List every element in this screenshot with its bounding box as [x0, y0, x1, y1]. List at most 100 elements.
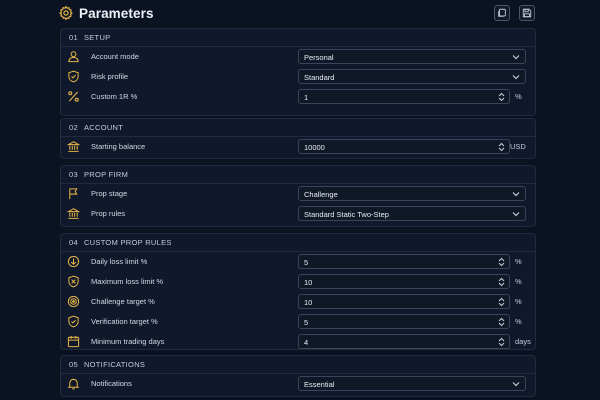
row-min-days: Minimum trading days 4 days: [61, 332, 535, 352]
header: Parameters: [0, 0, 600, 28]
row-notifications: Notifications Essential: [61, 374, 535, 394]
row-daily-loss: Daily loss limit % 5 %: [61, 252, 535, 272]
shield-icon: [68, 70, 79, 83]
spinner-icon[interactable]: [498, 297, 505, 307]
min-days-unit: days: [515, 337, 531, 346]
challenge-target-value: 10: [304, 298, 313, 307]
chevron-down-icon: [512, 55, 520, 60]
chevron-down-icon: [512, 75, 520, 80]
section-number: 02: [69, 123, 78, 132]
prop-rules-select[interactable]: Standard Static Two-Step: [298, 206, 526, 221]
verification-target-unit: %: [515, 317, 522, 326]
prop-stage-label: Prop stage: [91, 189, 128, 198]
chevron-down-icon: [512, 192, 520, 197]
section-title: CUSTOM PROP RULES: [83, 238, 172, 247]
account-mode-select[interactable]: Personal: [298, 49, 526, 64]
spinner-icon[interactable]: [498, 92, 505, 102]
save-button[interactable]: [519, 5, 535, 21]
save-icon: [522, 8, 532, 18]
min-days-input[interactable]: 4: [298, 334, 510, 349]
row-max-loss: Maximum loss limit % 10 %: [61, 272, 535, 292]
min-days-label: Minimum trading days: [91, 337, 165, 346]
custom-1r-input[interactable]: 1: [298, 89, 510, 104]
starting-balance-input[interactable]: 10000: [298, 139, 510, 154]
section-notifications: 05 NOTIFICATIONS Notifications Essential: [60, 355, 536, 397]
prop-rules-label: Prop rules: [91, 209, 126, 218]
prop-stage-value: Challenge: [304, 190, 338, 199]
starting-balance-label: Starting balance: [91, 142, 146, 151]
spinner-icon[interactable]: [498, 277, 505, 287]
section-number: 03: [69, 170, 78, 179]
verification-target-value: 5: [304, 318, 309, 327]
daily-loss-value: 5: [304, 258, 309, 267]
row-starting-balance: Starting balance 10000 USD: [61, 137, 535, 157]
daily-loss-unit: %: [515, 257, 522, 266]
spinner-icon[interactable]: [498, 257, 505, 267]
section-header: 04 CUSTOM PROP RULES: [61, 234, 535, 252]
row-challenge-target: Challenge target % 10 %: [61, 292, 535, 312]
row-prop-rules: Prop rules Standard Static Two-Step: [61, 204, 535, 224]
min-days-value: 4: [304, 338, 309, 347]
risk-profile-label: Risk profile: [91, 72, 129, 81]
challenge-target-unit: %: [515, 297, 522, 306]
notifications-select[interactable]: Essential: [298, 376, 526, 391]
verification-target-input[interactable]: 5: [298, 314, 510, 329]
challenge-target-input[interactable]: 10: [298, 294, 510, 309]
section-header: 03 PROP FIRM: [61, 166, 535, 184]
gear-icon: [59, 5, 73, 21]
starting-balance-unit: USD: [510, 142, 526, 151]
prop-rules-value: Standard Static Two-Step: [304, 210, 389, 219]
spinner-icon[interactable]: [498, 142, 505, 152]
section-header: 05 NOTIFICATIONS: [61, 356, 535, 374]
bank-icon: [67, 141, 80, 152]
custom-1r-label: Custom 1R %: [91, 92, 138, 101]
daily-loss-label: Daily loss limit %: [91, 257, 148, 266]
section-title: SETUP: [83, 33, 111, 42]
custom-1r-unit: %: [515, 92, 522, 101]
row-risk-profile: Risk profile Standard: [61, 67, 535, 87]
max-loss-unit: %: [515, 277, 522, 286]
section-title: ACCOUNT: [83, 123, 124, 132]
challenge-target-label: Challenge target %: [91, 297, 155, 306]
row-custom-1r: Custom 1R % 1 %: [61, 87, 535, 107]
notifications-value: Essential: [304, 380, 335, 389]
row-prop-stage: Prop stage Challenge: [61, 184, 535, 204]
section-number: 01: [69, 33, 78, 42]
building-icon: [67, 208, 80, 219]
copy-icon: [498, 8, 506, 17]
section-number: 04: [69, 238, 78, 247]
spinner-icon[interactable]: [498, 337, 505, 347]
account-mode-label: Account mode: [91, 52, 139, 61]
custom-1r-value: 1: [304, 93, 309, 102]
shield-check-icon: [68, 315, 79, 328]
section-custom-prop-rules: 04 CUSTOM PROP RULES Daily loss limit % 5…: [60, 233, 536, 350]
prop-stage-select[interactable]: Challenge: [298, 186, 526, 201]
chevron-down-icon: [512, 382, 520, 387]
max-loss-value: 10: [304, 278, 313, 287]
section-prop-firm: 03 PROP FIRM Prop stage Challenge Prop ru…: [60, 165, 536, 227]
verification-target-label: Verification target %: [91, 317, 158, 326]
max-loss-label: Maximum loss limit %: [91, 277, 164, 286]
row-account-mode: Account mode Personal: [61, 47, 535, 67]
copy-button[interactable]: [494, 5, 510, 21]
shield-x-icon: [68, 275, 79, 288]
chevron-down-icon: [512, 212, 520, 217]
max-loss-input[interactable]: 10: [298, 274, 510, 289]
notifications-label: Notifications: [91, 379, 132, 388]
bell-icon: [67, 378, 80, 390]
section-number: 05: [69, 360, 78, 369]
starting-balance-value: 10000: [304, 143, 325, 152]
flag-icon: [69, 188, 78, 200]
section-header: 02 ACCOUNT: [61, 119, 535, 137]
daily-loss-input[interactable]: 5: [298, 254, 510, 269]
section-header: 01 SETUP: [61, 29, 535, 47]
down-arrow-circle-icon: [67, 255, 80, 268]
risk-profile-value: Standard: [304, 73, 335, 82]
page-title: Parameters: [79, 6, 154, 21]
account-mode-value: Personal: [304, 53, 334, 62]
risk-profile-select[interactable]: Standard: [298, 69, 526, 84]
spinner-icon[interactable]: [498, 317, 505, 327]
target-icon: [67, 295, 80, 308]
calendar-icon: [67, 335, 80, 348]
user-icon: [68, 51, 79, 63]
